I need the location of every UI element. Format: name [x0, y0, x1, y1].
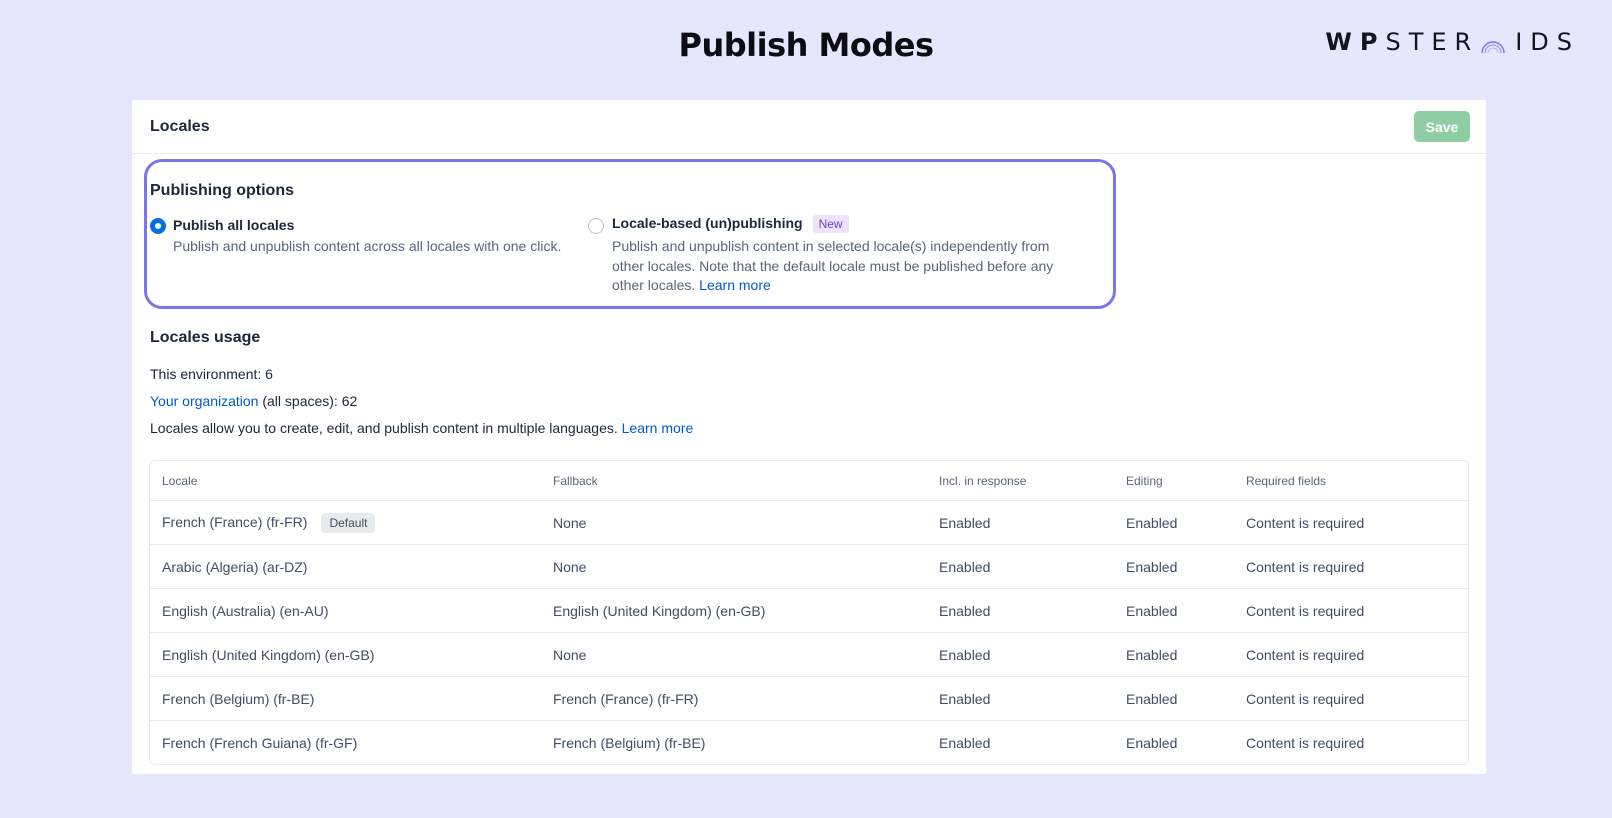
cell-required-fields: Content is required [1234, 632, 1468, 677]
table-row[interactable]: English (Australia) (en-AU) English (Uni… [150, 588, 1468, 633]
locale-based-desc-text: Publish and unpublish content in selecte… [612, 238, 1054, 293]
new-badge: New [812, 215, 849, 233]
organization-usage-count: (all spaces): 62 [258, 393, 358, 409]
publishing-options-title: Publishing options [150, 182, 294, 199]
logo-text-ster: STER [1385, 28, 1480, 56]
organization-link[interactable]: Your organization [150, 393, 258, 409]
cell-required-fields: Content is required [1234, 500, 1468, 545]
header-fallback: Fallback [541, 461, 927, 501]
cell-editing: Enabled [1114, 588, 1234, 633]
cell-fallback: French (Belgium) (fr-BE) [553, 734, 706, 751]
cell-editing: Enabled [1114, 500, 1234, 545]
environment-usage: This environment: 6 [150, 366, 273, 382]
cell-editing: Enabled [1114, 632, 1234, 677]
cell-locale: French (Belgium) (fr-BE) [150, 676, 541, 721]
header-editing: Editing [1114, 461, 1234, 501]
header-required-fields: Required fields [1234, 461, 1468, 501]
logo-text-ids: IDS [1515, 28, 1580, 56]
logo-arc-icon [1481, 41, 1505, 54]
cell-editing: Enabled [1114, 676, 1234, 721]
cell-locale: Arabic (Algeria) (ar-DZ) [150, 544, 541, 589]
cell-fallback: French (France) (fr-FR) [541, 676, 927, 721]
cell-incl-in-response: Enabled [927, 676, 1114, 721]
cell-incl-in-response: Enabled [939, 734, 991, 751]
cell-required-fields: Content is required [1234, 676, 1468, 721]
publish-all-radio[interactable] [150, 218, 166, 234]
cell-fallback: English (United Kingdom) (en-GB) [541, 588, 927, 633]
locales-learn-more-link[interactable]: Learn more [622, 420, 694, 436]
header-incl-in-response: Incl. in response [927, 461, 1114, 501]
table-row[interactable]: English (United Kingdom) (en-GB) None En… [150, 632, 1468, 677]
table-row[interactable]: Arabic (Algeria) (ar-DZ) None Enabled En… [150, 544, 1468, 589]
save-button[interactable]: Save [1414, 111, 1470, 142]
locale-based-learn-more-link[interactable]: Learn more [699, 277, 771, 293]
organization-usage: Your organization (all spaces): 62 [150, 393, 357, 409]
locale-based-label-text: Locale-based (un)publishing [612, 215, 803, 231]
table-row[interactable]: French (French Guiana) (fr-GF) French (B… [150, 721, 1468, 765]
table-row[interactable]: French (Belgium) (fr-BE) French (France)… [150, 676, 1468, 721]
cell-locale: French (French Guiana) (fr-GF) [162, 734, 358, 751]
table-row[interactable]: French (France) (fr-FR) Default None Enab… [150, 500, 1468, 545]
locale-based-radio[interactable] [588, 218, 604, 234]
locale-name: French (France) (fr-FR) [162, 513, 308, 530]
locales-card: Locales Save Publishing options Publish … [132, 100, 1486, 774]
cell-required-fields: Content is required [1246, 734, 1365, 751]
locales-description-text: Locales allow you to create, edit, and p… [150, 420, 622, 436]
locale-based-label[interactable]: Locale-based (un)publishing New [612, 215, 849, 233]
logo-text-wp: WP [1325, 28, 1386, 56]
cell-editing: Enabled [1114, 544, 1234, 589]
cell-locale: English (Australia) (en-AU) [150, 588, 541, 633]
cell-fallback: None [541, 544, 927, 589]
cell-incl-in-response: Enabled [927, 632, 1114, 677]
cell-fallback: None [541, 632, 927, 677]
cell-required-fields: Content is required [1234, 588, 1468, 633]
card-title: Locales [150, 118, 210, 135]
cell-incl-in-response: Enabled [927, 588, 1114, 633]
default-badge: Default [321, 512, 376, 533]
table-header-row: Locale Fallback Incl. in response Editin… [150, 461, 1468, 501]
cell-locale: English (United Kingdom) (en-GB) [150, 632, 541, 677]
cell-required-fields: Content is required [1234, 544, 1468, 589]
cell-fallback: None [541, 500, 927, 545]
wpsteroids-logo: WP STER IDS [1325, 26, 1580, 58]
cell-incl-in-response: Enabled [927, 544, 1114, 589]
locales-table: Locale Fallback Incl. in response Editin… [149, 460, 1469, 765]
cell-locale: French (France) (fr-FR) Default [150, 500, 541, 545]
cell-editing: Enabled [1126, 734, 1178, 751]
publish-all-desc: Publish and unpublish content across all… [173, 238, 562, 254]
publish-all-label[interactable]: Publish all locales [173, 217, 294, 233]
header-locale: Locale [150, 461, 541, 501]
locales-description: Locales allow you to create, edit, and p… [150, 420, 693, 436]
locales-usage-title: Locales usage [150, 329, 261, 346]
cell-incl-in-response: Enabled [927, 500, 1114, 545]
locale-based-desc: Publish and unpublish content in selecte… [612, 237, 1067, 296]
card-header: Locales Save [132, 100, 1486, 154]
